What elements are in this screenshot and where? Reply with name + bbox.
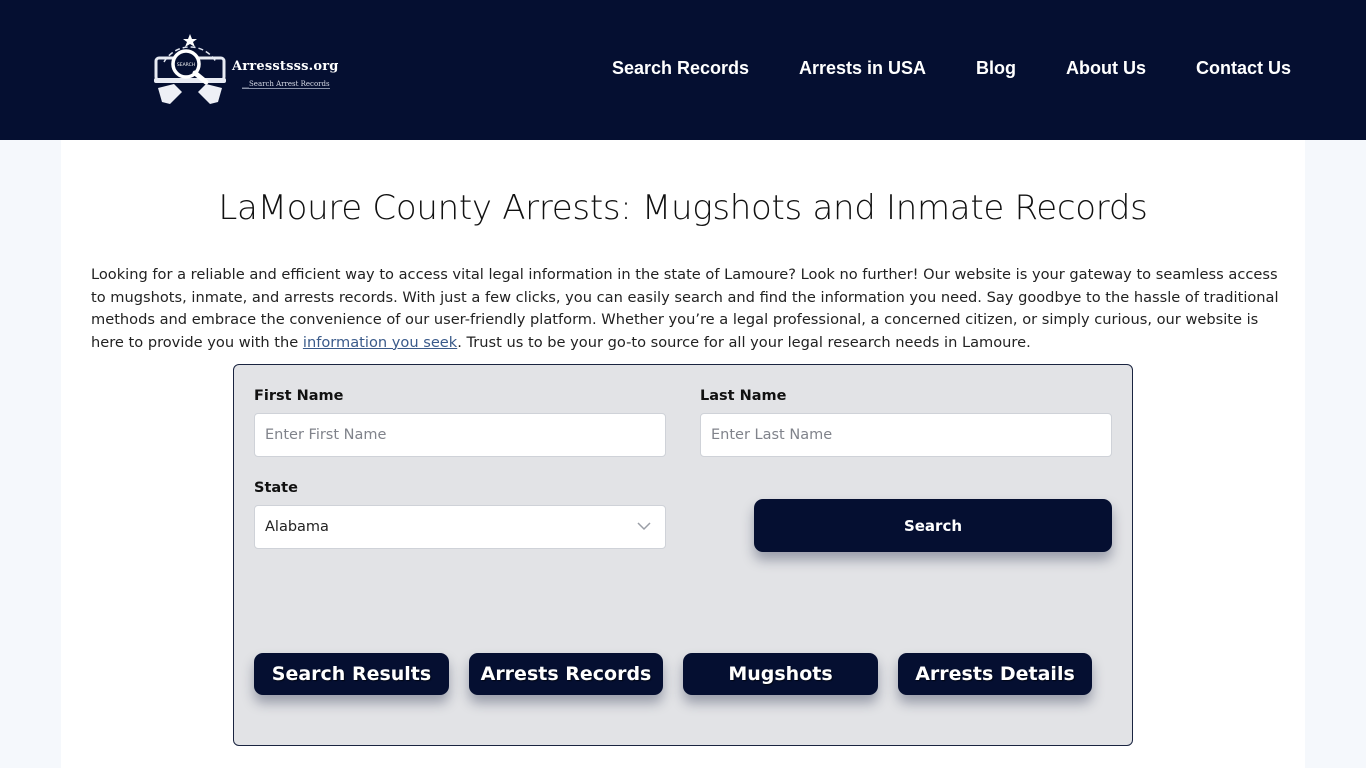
state-select[interactable]: Alabama: [254, 505, 666, 549]
search-button[interactable]: Search: [754, 499, 1112, 552]
site-header: SEARCH Arresstsss.org __Search Arrest Re…: [0, 0, 1366, 140]
first-name-input[interactable]: [254, 413, 666, 457]
page-title: LaMoure County Arrests: Mugshots and Inm…: [218, 188, 1148, 228]
information-link[interactable]: information you seek: [303, 334, 457, 351]
state-label: State: [254, 480, 298, 496]
intro-text-end: . Trust us to be your go-to source for a…: [457, 333, 1031, 351]
nav-arrests-in-usa[interactable]: Arrests in USA: [799, 58, 926, 79]
nav-search-records[interactable]: Search Records: [612, 58, 749, 79]
chevron-down-icon: [637, 522, 651, 531]
main-nav: Search Records Arrests in USA Blog About…: [0, 58, 1366, 82]
mugshots-button[interactable]: Mugshots: [683, 653, 878, 695]
arrests-records-button[interactable]: Arrests Records: [469, 653, 663, 695]
nav-contact-us[interactable]: Contact Us: [1196, 58, 1291, 79]
first-name-label: First Name: [254, 388, 344, 404]
arrests-details-button[interactable]: Arrests Details: [898, 653, 1092, 695]
intro-paragraph: Looking for a reliable and efficient way…: [91, 264, 1281, 354]
search-form: First Name Last Name State Alabama Searc…: [233, 364, 1133, 746]
state-selected-value: Alabama: [265, 519, 329, 535]
nav-about-us[interactable]: About Us: [1066, 58, 1146, 79]
search-results-button[interactable]: Search Results: [254, 653, 449, 695]
last-name-input[interactable]: [700, 413, 1112, 457]
nav-blog[interactable]: Blog: [976, 58, 1016, 79]
main-content: LaMoure County Arrests: Mugshots and Inm…: [61, 140, 1305, 768]
last-name-label: Last Name: [700, 388, 787, 404]
